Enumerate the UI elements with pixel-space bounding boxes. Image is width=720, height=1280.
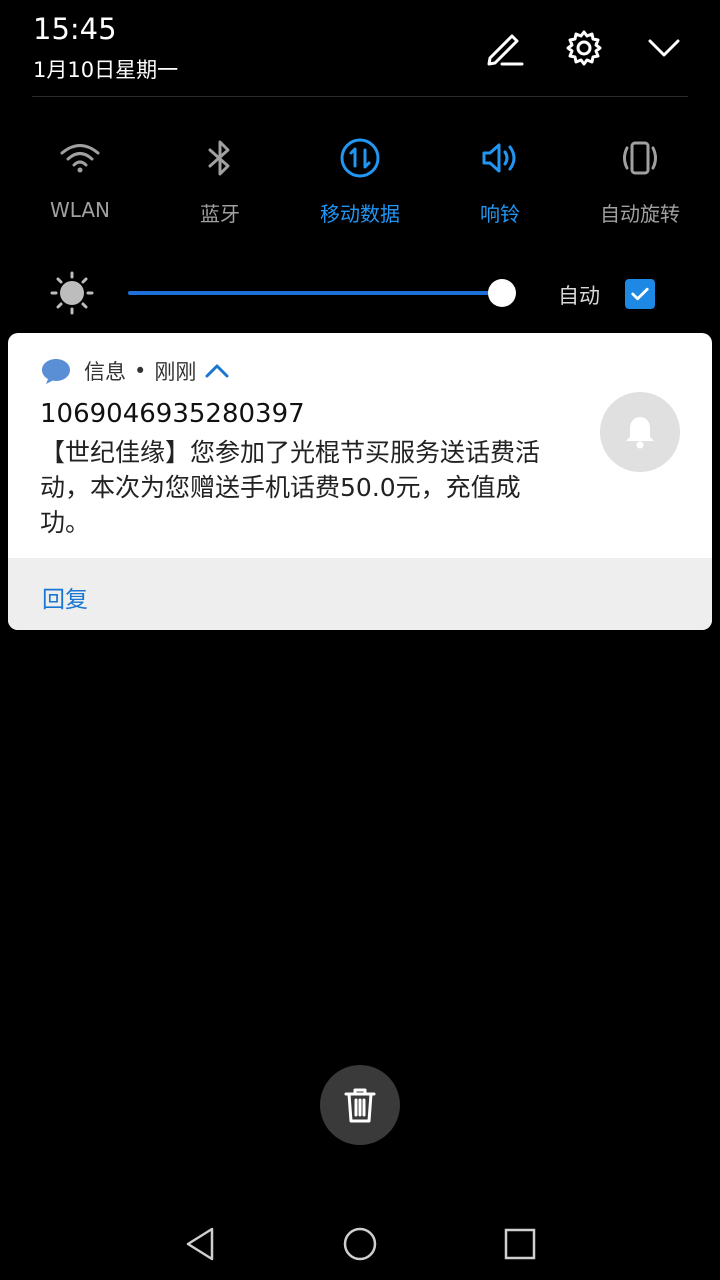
toggle-label: 移动数据 bbox=[320, 202, 400, 226]
brightness-slider-track[interactable] bbox=[128, 291, 502, 295]
clock: 15:45 bbox=[33, 12, 117, 46]
toggle-bluetooth[interactable]: 蓝牙 bbox=[155, 134, 285, 234]
check-icon bbox=[631, 287, 649, 301]
brightness-slider-handle[interactable] bbox=[488, 279, 516, 307]
toggle-label: 响铃 bbox=[480, 202, 520, 226]
bluetooth-icon bbox=[196, 134, 244, 182]
app-name: 信息 bbox=[84, 360, 126, 384]
mobile-data-icon bbox=[336, 134, 384, 182]
home-circle-icon bbox=[343, 1227, 377, 1261]
toggle-wlan[interactable]: WLAN bbox=[15, 134, 145, 234]
auto-rotate-icon bbox=[616, 134, 664, 182]
auto-brightness-checkbox[interactable] bbox=[625, 279, 655, 309]
wifi-icon bbox=[56, 134, 104, 182]
notification-shade: 15:45 1月10日星期一 WLAN 蓝牙 移动数据 响铃 自动旋转 自动 信… bbox=[0, 0, 720, 1280]
message-body: 【世纪佳缘】您参加了光棍节买服务送话费活动，本次为您赠送手机话费50.0元，充值… bbox=[40, 438, 541, 537]
trash-icon bbox=[344, 1088, 376, 1123]
toggle-label: 蓝牙 bbox=[200, 202, 240, 226]
toggle-label: 自动旋转 bbox=[600, 202, 680, 226]
chevron-up-icon[interactable] bbox=[204, 361, 230, 381]
edit-icon[interactable] bbox=[482, 26, 526, 70]
message-bubble-icon bbox=[42, 359, 70, 384]
message-notification[interactable]: 信息 • 刚刚 1069046935280397 【世纪佳缘】您参加了光棍节买服… bbox=[8, 333, 712, 630]
date: 1月10日星期一 bbox=[33, 58, 179, 82]
clear-all-button[interactable] bbox=[320, 1065, 400, 1145]
recents-square-icon bbox=[504, 1228, 536, 1260]
chevron-down-icon[interactable] bbox=[642, 26, 686, 70]
header-separator: • bbox=[134, 359, 147, 383]
notification-header: 信息 • 刚刚 bbox=[40, 353, 230, 389]
recents-button[interactable] bbox=[498, 1222, 542, 1266]
home-button[interactable] bbox=[338, 1222, 382, 1266]
brightness-icon bbox=[50, 271, 94, 315]
auto-brightness-label: 自动 bbox=[558, 284, 600, 308]
toggle-label: WLAN bbox=[49, 198, 111, 222]
header-divider bbox=[32, 96, 688, 97]
notification-time: 刚刚 bbox=[154, 360, 197, 384]
notification-actions: 回复 bbox=[8, 558, 712, 630]
ring-volume-icon bbox=[476, 134, 524, 182]
bell-icon bbox=[600, 392, 680, 472]
toggle-auto-rotate[interactable]: 自动旋转 bbox=[575, 134, 705, 234]
back-button[interactable] bbox=[178, 1222, 222, 1266]
toggle-mobile-data[interactable]: 移动数据 bbox=[295, 134, 425, 234]
toggle-ring[interactable]: 响铃 bbox=[435, 134, 565, 234]
reply-button[interactable]: 回复 bbox=[42, 580, 88, 614]
message-sender: 1069046935280397 bbox=[40, 399, 305, 429]
gear-icon[interactable] bbox=[562, 26, 606, 70]
back-triangle-icon bbox=[186, 1227, 214, 1261]
